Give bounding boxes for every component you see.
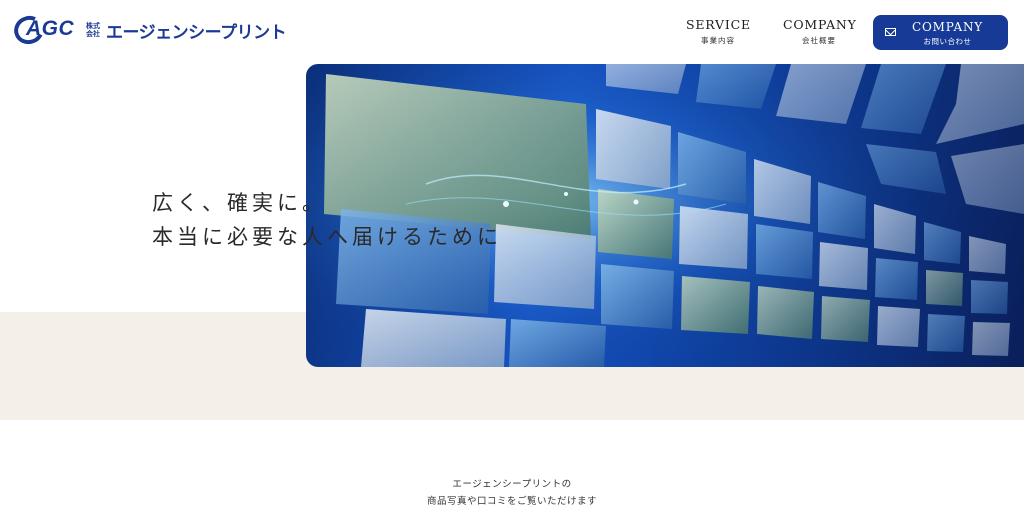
nav-company-sublabel: 会社概要 [802,36,836,45]
nav-service-label: SERVICE [686,17,751,32]
hero-tagline: 広く、確実に。 本当に必要な人へ届けるために [152,186,502,254]
intro-line1: エージェンシープリントの [452,479,572,490]
intro-line2: 商品写真や口コミをご覧いただけます [426,496,597,507]
contact-button[interactable]: COMPANY お問い合わせ [873,15,1008,50]
contact-button-sublabel: お問い合わせ [923,37,972,46]
logo-corp-line2: 会社 [86,30,100,38]
hero-tagline-line1: 広く、確実に。 [152,191,327,215]
nav-service[interactable]: SERVICE 事業内容 [686,17,750,46]
nav-service-sublabel: 事業内容 [701,36,735,45]
site-header: AGC 株式 会社 エージェンシープリント SERVICE 事業内容 COMPA… [0,0,1024,62]
logo-mark-text: AGC [26,17,75,40]
contact-button-label: COMPANY [912,20,983,34]
logo[interactable]: AGC 株式 会社 エージェンシープリント [10,11,287,49]
nav-company[interactable]: COMPANY 会社概要 [783,17,857,46]
nav-company-label: COMPANY [783,17,857,32]
logo-corp-line1: 株式 [86,22,100,30]
logo-company-name: エージェンシープリント [106,22,287,43]
intro-text: エージェンシープリントの 商品写真や口コミをご覧いただけます [0,476,1024,510]
agc-logo-mark: AGC [10,11,84,49]
hero-tagline-line2: 本当に必要な人へ届けるために [152,225,502,249]
logo-corp-label: 株式 会社 [86,22,100,38]
